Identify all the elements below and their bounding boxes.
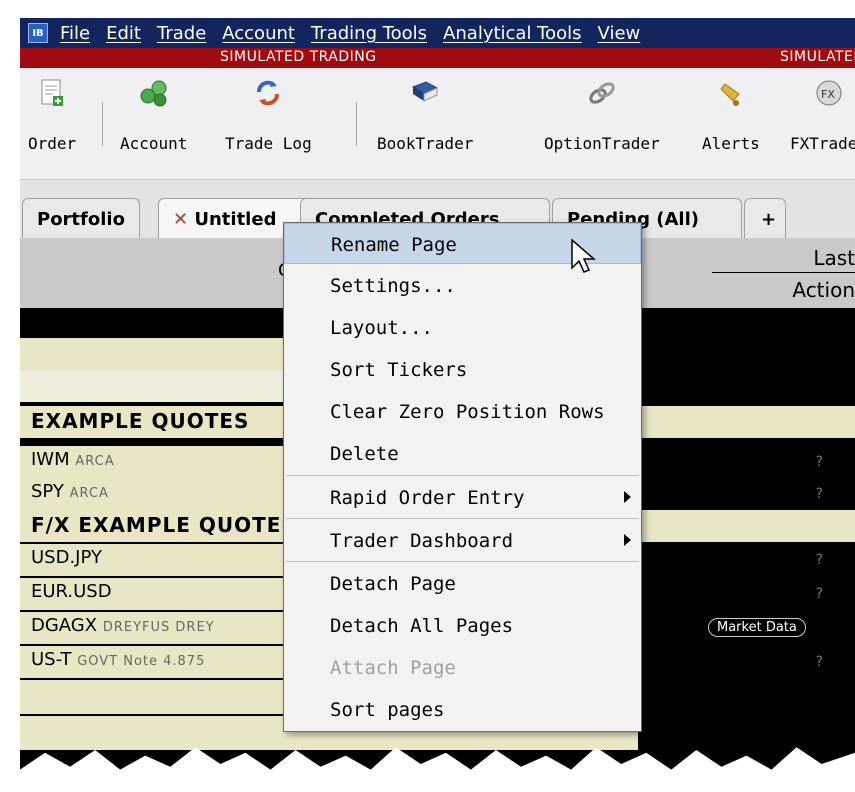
toolbar-order-button[interactable]: Order bbox=[28, 78, 76, 153]
menu-rapid-order-entry[interactable]: Rapid Order Entry bbox=[284, 477, 641, 518]
column-header-action[interactable]: Action bbox=[792, 278, 855, 302]
tab-portfolio[interactable]: Portfolio bbox=[22, 198, 140, 238]
toolbar: Order Account Trade Log BookTrader Optio… bbox=[20, 68, 855, 180]
menu-view[interactable]: View bbox=[598, 23, 641, 44]
row-exchange: ARCA bbox=[69, 486, 109, 501]
toolbar-label: FXTrader bbox=[790, 134, 855, 153]
toolbar-label: Account bbox=[120, 134, 188, 153]
banner-text-right: SIMULATED bbox=[780, 49, 855, 65]
menu-analytical-tools[interactable]: Analytical Tools bbox=[443, 23, 581, 44]
menu-sort-tickers[interactable]: Sort Tickers bbox=[284, 349, 641, 390]
row-mark: ? bbox=[815, 654, 823, 670]
trading-window: IB File Edit Trade Account Trading Tools… bbox=[20, 0, 855, 792]
row-mark: ? bbox=[815, 552, 823, 568]
trade-log-icon bbox=[253, 78, 283, 108]
toolbar-separator bbox=[102, 102, 103, 146]
menu-clear-zero-position-rows[interactable]: Clear Zero Position Rows bbox=[284, 391, 641, 432]
bell-icon bbox=[716, 78, 746, 108]
menu-label: Trader Dashboard bbox=[330, 530, 514, 552]
ib-logo-icon[interactable]: IB bbox=[28, 23, 48, 43]
option-icon bbox=[587, 78, 617, 108]
add-tab-button[interactable]: + bbox=[744, 198, 786, 238]
menu-account[interactable]: Account bbox=[222, 23, 295, 44]
toolbar-optiontrader-button[interactable]: OptionTrader bbox=[544, 78, 660, 153]
close-icon[interactable]: ✕ bbox=[173, 209, 188, 230]
menu-separator bbox=[286, 561, 639, 562]
menu-attach-page: Attach Page bbox=[330, 657, 456, 679]
simulated-trading-banner: SIMULATED TRADING SIMULATED bbox=[20, 48, 855, 68]
row-symbol: EUR.USD bbox=[31, 581, 112, 602]
toolbar-label: Trade Log bbox=[225, 134, 312, 153]
market-data-button[interactable]: Market Data bbox=[708, 618, 806, 637]
menu-separator bbox=[286, 475, 639, 476]
book-icon bbox=[410, 78, 440, 108]
menu-separator bbox=[286, 518, 639, 519]
menu-delete[interactable]: Delete bbox=[284, 433, 641, 474]
toolbar-label: Order bbox=[28, 134, 77, 153]
menu-trader-dashboard[interactable]: Trader Dashboard bbox=[284, 520, 641, 561]
row-exchange: GOVT Note 4.875 bbox=[77, 654, 206, 669]
account-icon bbox=[139, 78, 169, 108]
toolbar-booktrader-button[interactable]: BookTrader bbox=[377, 78, 473, 153]
svg-text:FX: FX bbox=[821, 88, 835, 101]
toolbar-account-button[interactable]: Account bbox=[120, 78, 187, 153]
fx-icon: FX bbox=[814, 78, 844, 108]
column-header-divider bbox=[712, 272, 855, 273]
column-header-last[interactable]: Last bbox=[813, 246, 855, 270]
submenu-arrow-icon bbox=[624, 491, 631, 503]
row-symbol: DGAGX bbox=[31, 615, 98, 636]
toolbar-trade-log-button[interactable]: Trade Log bbox=[225, 78, 312, 153]
menu-trading-tools[interactable]: Trading Tools bbox=[311, 23, 427, 44]
row-mark: ? bbox=[815, 486, 823, 502]
row-mark: ? bbox=[815, 454, 823, 470]
menu-file[interactable]: File bbox=[60, 23, 90, 44]
toolbar-alerts-button[interactable]: Alerts bbox=[702, 78, 760, 153]
menu-trade[interactable]: Trade bbox=[157, 23, 206, 44]
row-mark: ? bbox=[815, 586, 823, 602]
row-symbol: SPY bbox=[31, 481, 64, 502]
menu-edit[interactable]: Edit bbox=[106, 23, 141, 44]
tab-label: Untitled bbox=[194, 209, 277, 230]
menu-label: Rapid Order Entry bbox=[330, 487, 525, 509]
order-icon bbox=[37, 78, 67, 108]
menu-detach-all-pages[interactable]: Detach All Pages bbox=[284, 605, 641, 646]
row-symbol: US-T bbox=[31, 649, 72, 670]
menu-sort-pages[interactable]: Sort pages bbox=[284, 689, 641, 730]
banner-text: SIMULATED TRADING bbox=[220, 49, 377, 65]
row-symbol: IWM bbox=[31, 449, 70, 470]
toolbar-label: OptionTrader bbox=[544, 134, 660, 153]
toolbar-label: BookTrader bbox=[377, 134, 474, 153]
menu-bar: IB File Edit Trade Account Trading Tools… bbox=[20, 18, 855, 48]
toolbar-label: Alerts bbox=[702, 134, 760, 153]
toolbar-fxtrader-button[interactable]: FX FXTrader bbox=[790, 78, 855, 153]
tab-context-menu: Rename Page Settings... Layout... Sort T… bbox=[283, 222, 642, 732]
menu-layout[interactable]: Layout... bbox=[284, 307, 641, 348]
submenu-arrow-icon bbox=[624, 534, 631, 546]
row-exchange: DREYFUS DREY bbox=[102, 620, 215, 635]
toolbar-separator bbox=[356, 102, 357, 146]
mouse-cursor-icon bbox=[571, 238, 597, 273]
menu-detach-page[interactable]: Detach Page bbox=[284, 563, 641, 604]
row-symbol: USD.JPY bbox=[31, 547, 102, 568]
row-exchange: ARCA bbox=[75, 454, 115, 469]
